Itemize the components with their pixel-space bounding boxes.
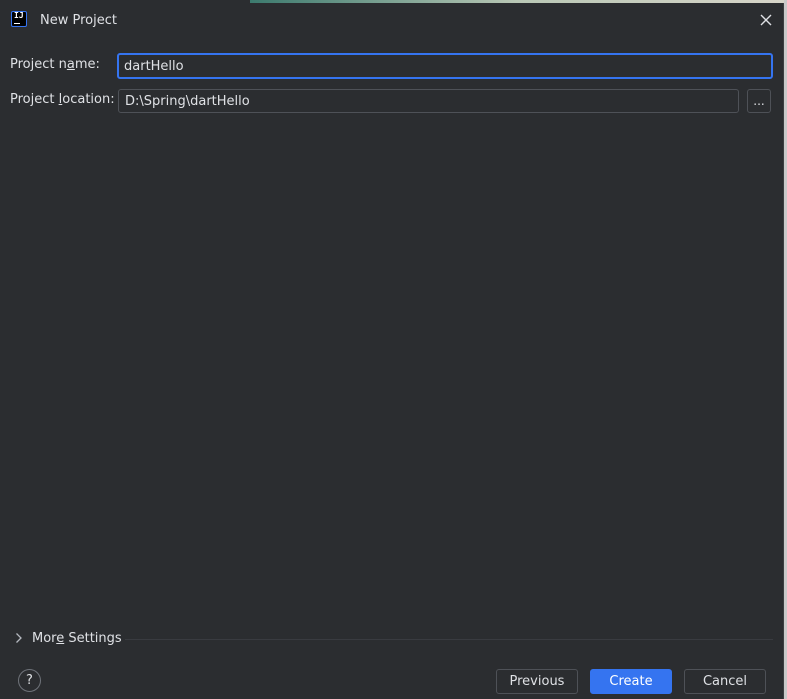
previous-button[interactable]: Previous: [496, 669, 578, 694]
cancel-button[interactable]: Cancel: [684, 669, 766, 694]
help-button[interactable]: ?: [18, 669, 41, 692]
browse-location-button[interactable]: ...: [747, 89, 771, 113]
new-project-dialog: IJ New Project Project name: Project loc…: [0, 0, 784, 699]
project-name-input[interactable]: [117, 53, 773, 79]
title-bar: IJ New Project: [0, 3, 784, 39]
project-location-input[interactable]: [118, 89, 739, 113]
close-icon: [760, 14, 772, 26]
close-button[interactable]: [758, 12, 774, 28]
window-title: New Project: [40, 13, 117, 28]
intellij-app-icon: IJ: [11, 11, 27, 27]
more-settings-toggle[interactable]: More Settings: [12, 628, 122, 648]
more-settings-label: More Settings: [32, 630, 122, 646]
create-button[interactable]: Create: [590, 669, 672, 694]
project-location-label: Project location:: [10, 92, 115, 107]
more-settings-divider: [125, 639, 773, 640]
project-name-label: Project name:: [10, 57, 100, 72]
app-icon-glyph: IJ: [14, 11, 24, 20]
chevron-right-icon: [16, 633, 22, 643]
